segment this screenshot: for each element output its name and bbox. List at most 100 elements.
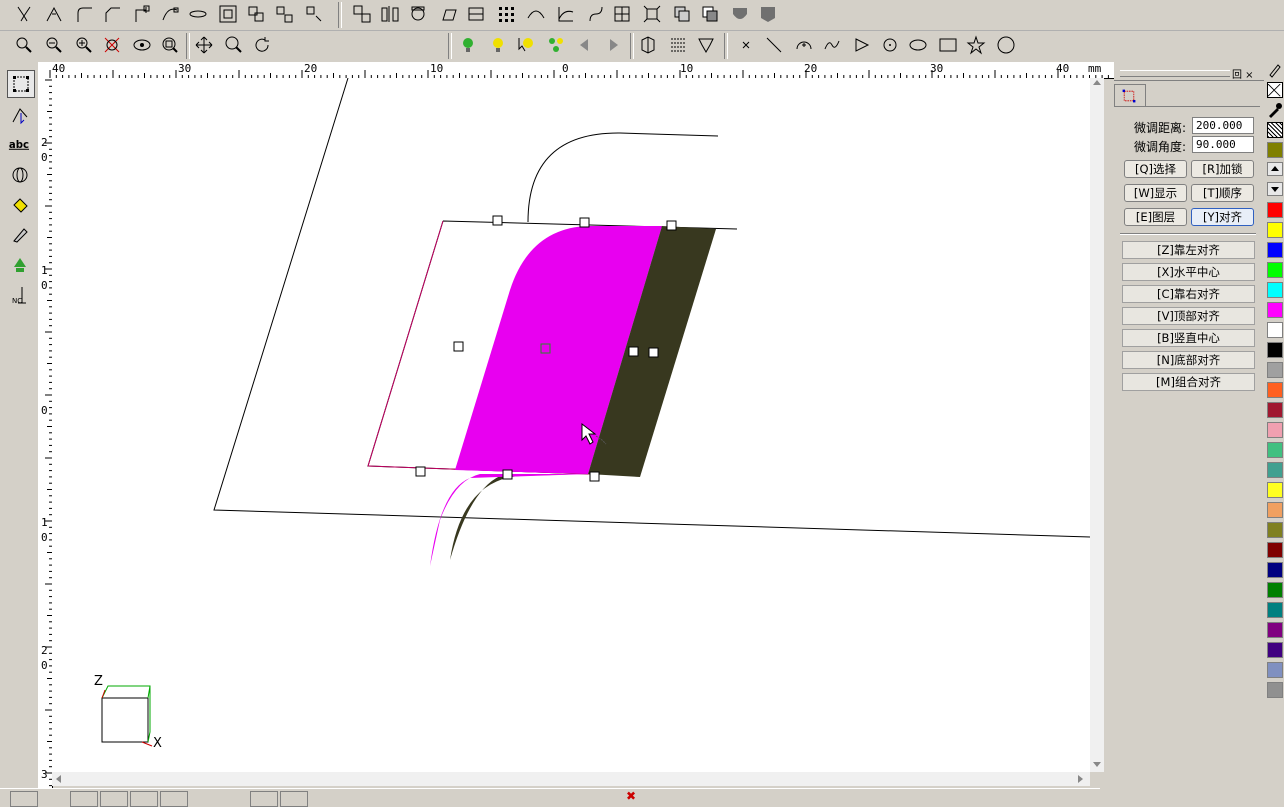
scroll-right-arrow-icon[interactable] (1078, 775, 1083, 783)
color-swatch[interactable] (1267, 502, 1283, 518)
color-swatch[interactable] (1267, 662, 1283, 678)
pan-icon[interactable] (192, 33, 216, 57)
shade-solid-icon[interactable] (728, 2, 752, 26)
render-icon[interactable] (694, 33, 718, 57)
align-h-center-button[interactable]: [X]水平中心 (1122, 263, 1255, 281)
align-group-button[interactable]: [M]组合对齐 (1122, 373, 1255, 391)
scroll-left-arrow-icon[interactable] (56, 775, 61, 783)
fine-angle-input[interactable]: 90.000 (1192, 136, 1254, 153)
color-swatch[interactable] (1267, 482, 1283, 498)
circle-tool-icon[interactable] (878, 33, 902, 57)
align-icon[interactable] (350, 2, 374, 26)
text-tool-icon[interactable]: abc (7, 132, 33, 158)
node-edit-icon[interactable] (554, 2, 578, 26)
color-swatch[interactable] (1267, 522, 1283, 538)
palette-scroll-up-icon[interactable] (1267, 162, 1283, 176)
zoom-window-icon[interactable] (12, 33, 36, 57)
select-mode-button[interactable]: [Q]选择 (1124, 160, 1187, 178)
panel-tab-transform[interactable] (1114, 84, 1146, 107)
bottom-tool-button[interactable] (160, 791, 188, 807)
combine-icon[interactable] (302, 2, 326, 26)
extrude-tool-icon[interactable] (7, 252, 33, 278)
arrow-left-icon[interactable] (572, 33, 596, 57)
drawing-canvas[interactable]: Z X (52, 78, 1090, 772)
zoom-fit-icon[interactable] (158, 33, 182, 57)
bezier-icon[interactable] (524, 2, 548, 26)
revolve-tool-icon[interactable] (7, 162, 33, 188)
panel-window-controls[interactable]: 回 × (1232, 66, 1254, 81)
zoom-out-icon[interactable] (42, 33, 66, 57)
skew-icon[interactable] (436, 2, 460, 26)
paint-bucket-icon[interactable] (7, 192, 33, 218)
color-swatch[interactable] (1267, 322, 1283, 338)
bottom-tool-button[interactable] (250, 791, 278, 807)
scroll-up-arrow-icon[interactable] (1093, 80, 1101, 85)
color-swatch[interactable] (1267, 302, 1283, 318)
texture-icon[interactable] (666, 33, 690, 57)
rectangle-tool-icon[interactable] (936, 33, 960, 57)
zoom-realtime-icon[interactable] (222, 33, 246, 57)
color-swatch[interactable] (1267, 562, 1283, 578)
horizontal-scrollbar[interactable] (52, 772, 1090, 786)
extend-icon[interactable] (42, 2, 66, 26)
arrow-right-icon[interactable] (602, 33, 626, 57)
pattern-icon[interactable] (1267, 122, 1283, 138)
eyedropper-icon[interactable] (1267, 102, 1283, 118)
color-swatch[interactable] (1267, 422, 1283, 438)
color-swatch[interactable] (1267, 362, 1283, 378)
rotate-shape-icon[interactable] (406, 2, 430, 26)
node-select-icon[interactable] (7, 102, 33, 128)
delete-icon[interactable]: ✖ (626, 789, 636, 803)
align-mode-button[interactable]: [Y]对齐 (1191, 208, 1254, 226)
point-tool-icon[interactable] (734, 33, 758, 57)
color-swatch[interactable] (1267, 542, 1283, 558)
curve-edit-icon[interactable] (158, 2, 182, 26)
bottom-tool-button[interactable] (70, 791, 98, 807)
knife-tool-icon[interactable] (7, 222, 33, 248)
zoom-all-icon[interactable] (100, 33, 124, 57)
lock-mode-button[interactable]: [R]加锁 (1191, 160, 1254, 178)
group-icon[interactable] (244, 2, 268, 26)
light-select-icon[interactable] (514, 33, 538, 57)
color-swatch[interactable] (1267, 402, 1283, 418)
palette-scroll-down-icon[interactable] (1267, 182, 1283, 196)
magenta-curl[interactable] (430, 474, 588, 566)
view-eye-icon[interactable] (130, 33, 154, 57)
bottom-tool-button[interactable] (130, 791, 158, 807)
array-icon[interactable] (494, 2, 518, 26)
light-green-icon[interactable] (456, 33, 480, 57)
dimension-tool-icon[interactable]: NC (7, 282, 33, 308)
color-swatch[interactable] (1267, 622, 1283, 638)
fit-grid-icon[interactable] (610, 2, 634, 26)
profile-arc[interactable] (527, 132, 719, 223)
color-swatch[interactable] (1267, 202, 1283, 218)
light-yellow-icon[interactable] (486, 33, 510, 57)
color-swatch[interactable] (1267, 442, 1283, 458)
spline-icon[interactable] (584, 2, 608, 26)
align-right-button[interactable]: [C]靠右对齐 (1122, 285, 1255, 303)
polyline-tool-icon[interactable] (850, 33, 874, 57)
color-swatch[interactable] (1267, 282, 1283, 298)
distribute-icon[interactable] (378, 2, 402, 26)
color-swatch[interactable] (1267, 602, 1283, 618)
color-swatch[interactable] (1267, 462, 1283, 478)
color-swatch-olive[interactable] (1267, 142, 1283, 158)
fine-distance-input[interactable]: 200.000 (1192, 117, 1254, 134)
circle-outline-icon[interactable] (994, 33, 1018, 57)
vertical-scrollbar[interactable] (1090, 78, 1104, 772)
align-bottom-button[interactable]: [N]底部对齐 (1122, 351, 1255, 369)
star-tool-icon[interactable] (964, 33, 988, 57)
chamfer-icon[interactable] (100, 2, 124, 26)
color-swatch[interactable] (1267, 262, 1283, 278)
bottom-tool-button[interactable] (100, 791, 128, 807)
display-mode-button[interactable]: [W]显示 (1124, 184, 1187, 202)
ungroup-icon[interactable] (272, 2, 296, 26)
trim-icon[interactable] (12, 2, 36, 26)
light-multi-icon[interactable] (544, 33, 568, 57)
align-top-button[interactable]: [V]顶部对齐 (1122, 307, 1255, 325)
no-color-icon[interactable] (1267, 82, 1283, 98)
dark-flange[interactable] (450, 474, 585, 560)
ellipse-draw-icon[interactable] (906, 33, 930, 57)
pen-icon[interactable] (1267, 62, 1283, 78)
color-swatch[interactable] (1267, 382, 1283, 398)
